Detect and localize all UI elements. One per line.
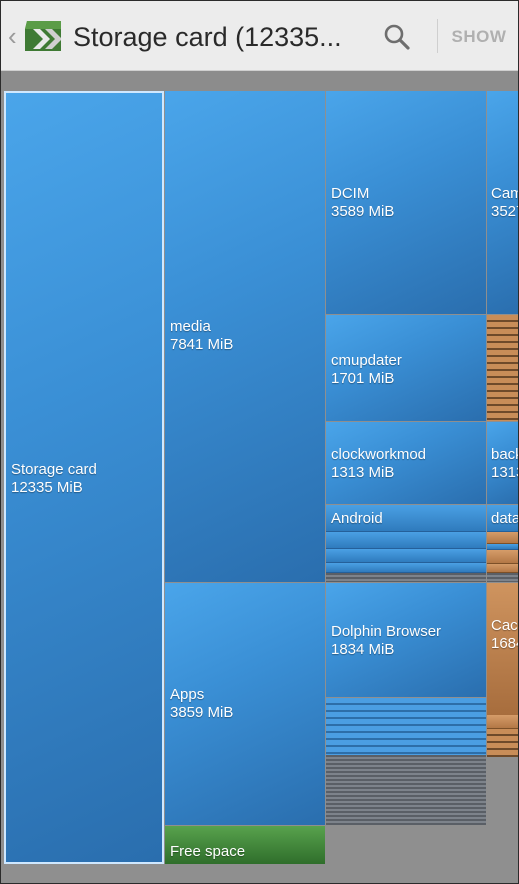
treemap-node-tiny-group[interactable]: [326, 755, 486, 825]
treemap-node-file[interactable]: [487, 550, 518, 564]
node-size: 1701 MiB: [331, 370, 395, 387]
treemap-node-tiny-group[interactable]: [326, 573, 486, 582]
action-bar: ‹ Storage card (12335... SHOW: [1, 1, 518, 71]
treemap-node-small[interactable]: [326, 549, 486, 563]
treemap-node-app-group[interactable]: [326, 698, 486, 755]
treemap-node-cmupdater[interactable]: cmupdater 1701 MiB: [326, 315, 486, 421]
node-name: Storage card: [11, 461, 97, 478]
header-strip: [1, 71, 518, 91]
screen: ‹ Storage card (12335... SHOW Storage ca…: [0, 0, 519, 884]
treemap-node-tiny-group[interactable]: [487, 573, 518, 582]
treemap-node-file[interactable]: [487, 532, 518, 544]
action-divider: [437, 19, 438, 53]
treemap-node-dolphin-browser[interactable]: Dolphin Browser 1834 MiB: [326, 583, 486, 697]
treemap-node-clockworkmod[interactable]: clockworkmod 1313 MiB: [326, 422, 486, 504]
search-button[interactable]: [375, 15, 419, 59]
treemap-node-cache[interactable]: Cach 1684: [487, 583, 518, 715]
node-name: cmupdater: [331, 352, 402, 369]
node-size: 3527: [491, 203, 518, 220]
node-name: Apps: [170, 686, 205, 703]
page-title: Storage card (12335...: [73, 22, 342, 52]
treemap-node-file[interactable]: [487, 715, 518, 729]
node-size: 1684: [491, 635, 518, 652]
node-name: back: [491, 446, 518, 463]
node-size: 7841 MiB: [170, 336, 234, 353]
treemap-node-dcim[interactable]: DCIM 3589 MiB: [326, 91, 486, 314]
chevron-left-icon[interactable]: ‹: [8, 23, 17, 49]
sd-card-icon[interactable]: [21, 17, 65, 55]
node-size: 1834 MiB: [331, 641, 395, 658]
node-name: Cach: [491, 617, 518, 634]
treemap-node-file-group[interactable]: [487, 729, 518, 757]
treemap-node-small[interactable]: [326, 563, 486, 573]
node-size: 3859 MiB: [170, 704, 234, 721]
treemap-node-camera[interactable]: Cam 3527: [487, 91, 518, 314]
node-name: clockworkmod: [331, 446, 427, 463]
node-size: 1313: [491, 464, 518, 481]
node-name: Android: [331, 510, 383, 527]
treemap-node-media[interactable]: media 7841 MiB: [165, 91, 325, 582]
treemap-node-file-group[interactable]: [487, 315, 518, 421]
node-name: DCIM: [331, 185, 370, 202]
show-button[interactable]: SHOW: [447, 23, 511, 51]
node-name: Cam: [491, 185, 518, 202]
treemap-node-apps[interactable]: Apps 3859 MiB: [165, 583, 325, 825]
treemap-node-android[interactable]: Android: [326, 505, 486, 532]
treemap-node-file[interactable]: [487, 564, 518, 573]
treemap-node-small[interactable]: [326, 532, 486, 549]
node-name: Dolphin Browser: [331, 623, 442, 640]
node-size: 1313 MiB: [331, 464, 395, 481]
node-name: media: [170, 318, 211, 335]
treemap-node-data[interactable]: data: [487, 505, 519, 532]
node-size: 12335 MiB: [11, 479, 83, 496]
treemap-node-storage-card[interactable]: Storage card 12335 MiB: [4, 91, 164, 864]
treemap-node-backup[interactable]: back 1313: [487, 422, 518, 504]
node-name: data: [491, 510, 519, 527]
search-icon: [384, 24, 410, 50]
node-name: Free space: [170, 843, 246, 860]
treemap-node-free-space[interactable]: Free space: [165, 826, 325, 864]
node-size: 3589 MiB: [331, 203, 395, 220]
